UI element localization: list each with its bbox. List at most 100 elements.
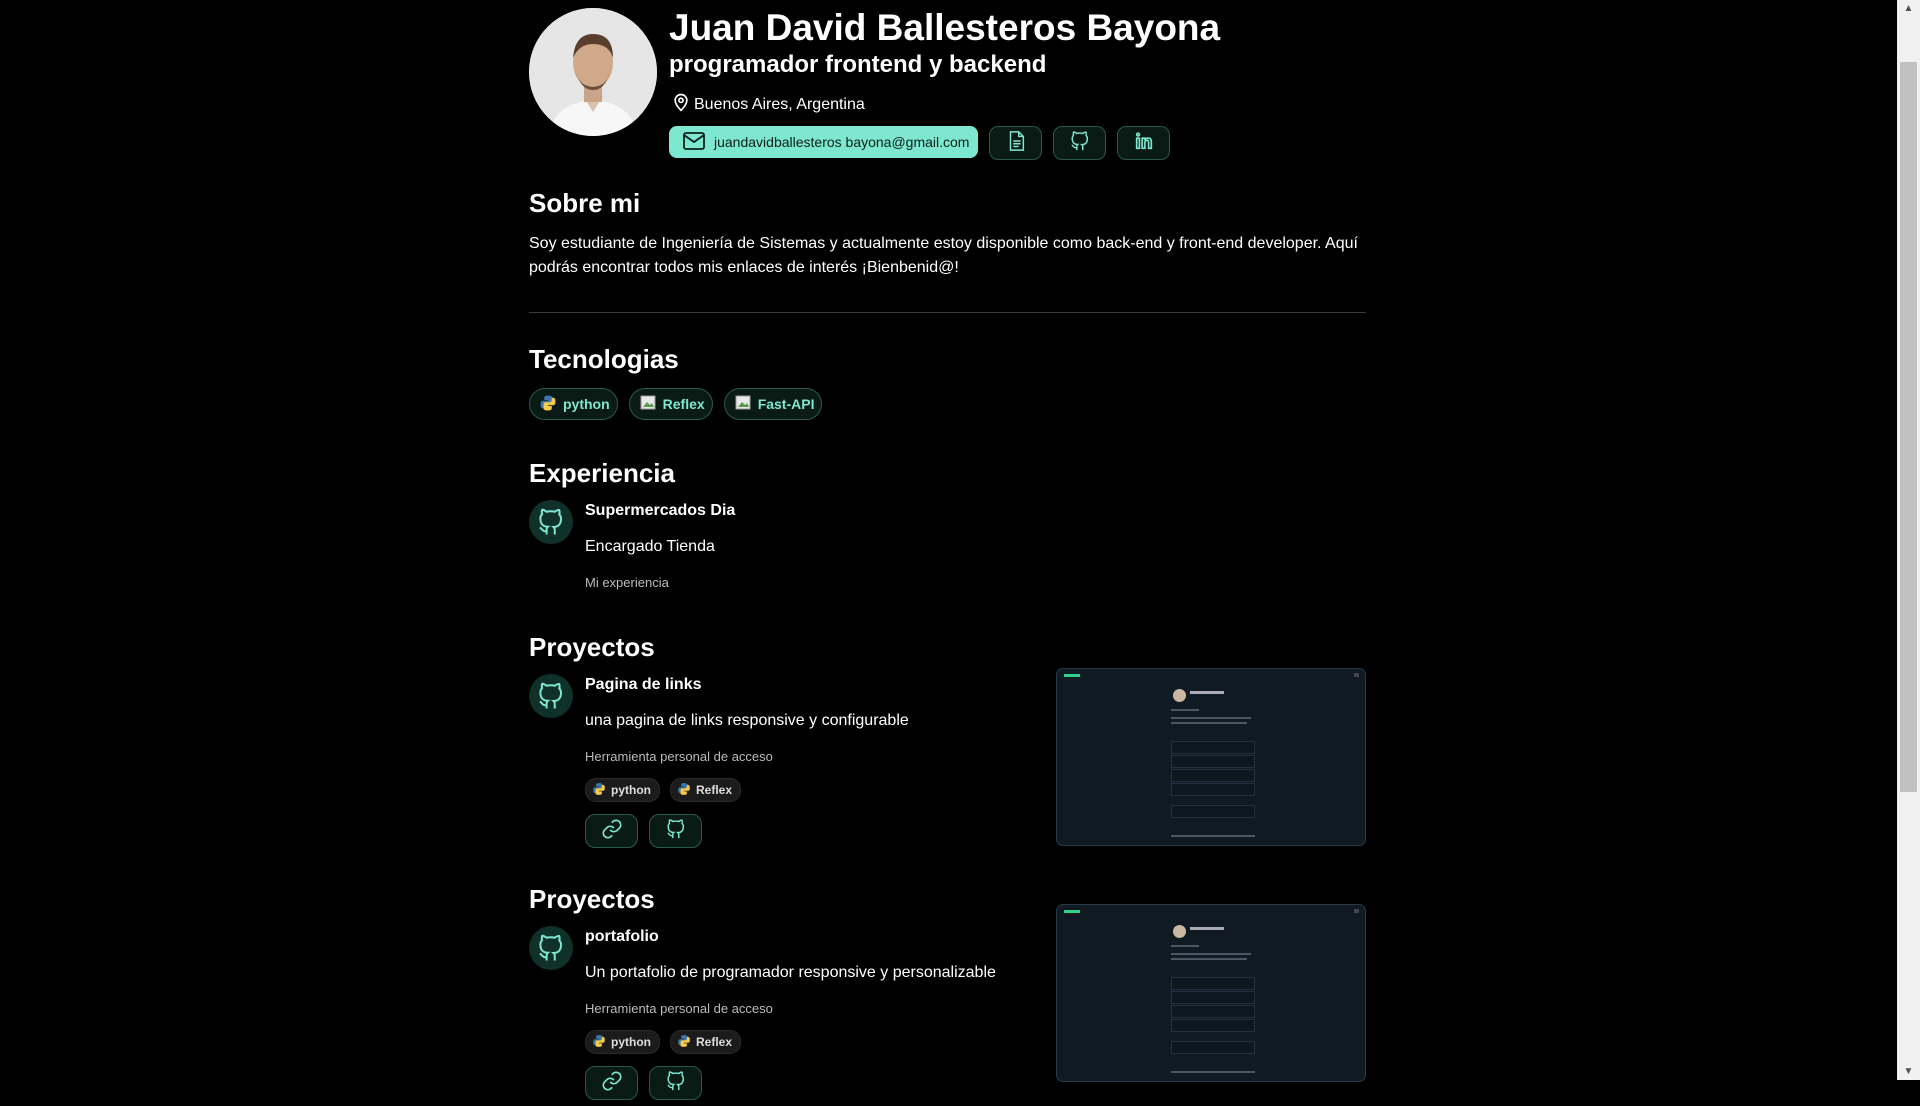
experience-heading: Experiencia — [529, 458, 675, 488]
linkedin-button[interactable] — [1117, 126, 1171, 160]
github-button[interactable] — [1053, 126, 1107, 160]
project-tag-python: python — [585, 1030, 660, 1054]
about-heading: Sobre mi — [529, 188, 641, 218]
thumbnail-line — [1171, 958, 1247, 960]
project-tag-label: Reflex — [696, 783, 733, 797]
thumbnail-card — [1171, 991, 1255, 1004]
project-description: Un portafolio de programador responsive … — [585, 964, 996, 981]
broken-image-icon — [639, 394, 657, 415]
divider — [529, 312, 1366, 313]
python-logo-icon — [677, 782, 691, 799]
profile-location: Buenos Aires, Argentina — [671, 91, 865, 118]
contact-links: juandavidballesteros bayona@gmail.com — [669, 126, 1171, 160]
thumbnail-app-title — [1064, 674, 1080, 677]
project-tag-python: python — [585, 778, 660, 802]
project-description: una pagina de links responsive y configu… — [585, 712, 909, 729]
cv-button[interactable] — [989, 126, 1043, 160]
python-logo-icon — [539, 394, 557, 415]
project-title: Pagina de links — [585, 676, 702, 693]
thumbnail-line — [1171, 953, 1251, 955]
thumbnail-line — [1171, 717, 1251, 719]
project-link-button[interactable] — [585, 814, 638, 848]
projects-heading: Proyectos — [529, 884, 655, 914]
project-item: portafolio Un portafolio de programador … — [529, 904, 1366, 1106]
thumbnail-card — [1171, 805, 1255, 818]
thumbnail-card — [1171, 1019, 1255, 1032]
about-text: Soy estudiante de Ingeniería de Sistemas… — [529, 235, 1358, 276]
github-icon — [529, 926, 573, 970]
project-thumbnail[interactable] — [1056, 668, 1366, 846]
project-tag-label: python — [611, 783, 651, 797]
thumbnail-control — [1354, 909, 1359, 913]
project-github-button[interactable] — [649, 814, 702, 848]
tech-label: python — [563, 396, 610, 412]
email-text: juandavidballesteros bayona@gmail.com — [714, 134, 970, 150]
experience-company: Supermercados Dia — [585, 502, 736, 519]
thumbnail-card — [1171, 769, 1255, 782]
project-item: Pagina de links una pagina de links resp… — [529, 668, 1366, 854]
thumbnail-app-title — [1064, 910, 1080, 913]
profile-role: programador frontend y backend — [669, 51, 1047, 78]
scroll-down-arrow-icon[interactable]: ▼ — [1897, 1063, 1920, 1080]
project-buttons — [585, 1066, 702, 1100]
thumbnail-avatar — [1173, 925, 1186, 938]
project-meta: Herramienta personal de acceso — [585, 749, 773, 764]
project-tags: python Reflex — [585, 1030, 742, 1054]
github-icon — [665, 818, 687, 845]
tech-pill-reflex[interactable]: Reflex — [628, 388, 713, 420]
project-tags: python Reflex — [585, 778, 742, 802]
scrollbar-thumb[interactable] — [1900, 62, 1917, 792]
project-meta: Herramienta personal de acceso — [585, 1001, 773, 1016]
document-icon — [1005, 130, 1027, 157]
profile-name: Juan David Ballesteros Bayona — [669, 7, 1221, 48]
thumbnail-name — [1190, 927, 1224, 930]
tech-pill-python[interactable]: python — [529, 388, 618, 420]
thumbnail-card — [1171, 783, 1255, 796]
email-button[interactable]: juandavidballesteros bayona@gmail.com — [669, 126, 979, 158]
map-pin-icon — [671, 91, 691, 118]
github-icon — [529, 674, 573, 718]
project-tag-label: python — [611, 1035, 651, 1049]
linkedin-icon — [1133, 130, 1155, 157]
experience-position: Encargado Tienda — [585, 538, 715, 555]
project-title: portafolio — [585, 928, 659, 945]
thumbnail-control — [1354, 673, 1359, 677]
github-icon — [1069, 130, 1091, 157]
thumbnail-card — [1171, 755, 1255, 768]
tech-pill-fastapi[interactable]: Fast-API — [723, 388, 823, 420]
projects-heading: Proyectos — [529, 632, 655, 662]
project-link-button[interactable] — [585, 1066, 638, 1100]
project-tag-reflex: Reflex — [670, 778, 742, 802]
tech-heading: Tecnologias — [529, 344, 679, 374]
thumbnail-card — [1171, 977, 1255, 990]
profile-header: Juan David Ballesteros Bayona programado… — [529, 7, 1366, 160]
location-text: Buenos Aires, Argentina — [694, 95, 865, 113]
thumbnail-card — [1171, 1041, 1255, 1054]
project-tag-reflex: Reflex — [670, 1030, 742, 1054]
github-icon — [529, 500, 573, 544]
github-icon — [665, 1070, 687, 1097]
thumbnail-card — [1171, 741, 1255, 754]
project-buttons — [585, 814, 702, 848]
experience-description: Mi experiencia — [585, 575, 669, 590]
link-icon — [601, 818, 623, 845]
thumbnail-line — [1171, 1071, 1255, 1073]
project-github-button[interactable] — [649, 1066, 702, 1100]
thumbnail-name — [1190, 691, 1224, 694]
project-tag-label: Reflex — [696, 1035, 733, 1049]
vertical-scrollbar[interactable]: ▲ ▼ — [1897, 0, 1920, 1080]
scroll-up-arrow-icon[interactable]: ▲ — [1897, 0, 1920, 17]
mail-icon — [682, 131, 706, 154]
project-thumbnail[interactable] — [1056, 904, 1366, 1082]
tech-list: python Reflex Fast-API — [529, 388, 823, 420]
thumbnail-card — [1171, 1005, 1255, 1018]
link-icon — [601, 1070, 623, 1097]
thumbnail-line — [1171, 709, 1199, 711]
thumbnail-line — [1171, 945, 1199, 947]
tech-label: Reflex — [662, 396, 705, 412]
thumbnail-line — [1171, 835, 1255, 837]
tech-label: Fast-API — [757, 396, 815, 412]
python-logo-icon — [592, 1034, 606, 1051]
python-logo-icon — [677, 1034, 691, 1051]
experience-item: Supermercados Dia Encargado Tienda Mi ex… — [529, 500, 1366, 600]
